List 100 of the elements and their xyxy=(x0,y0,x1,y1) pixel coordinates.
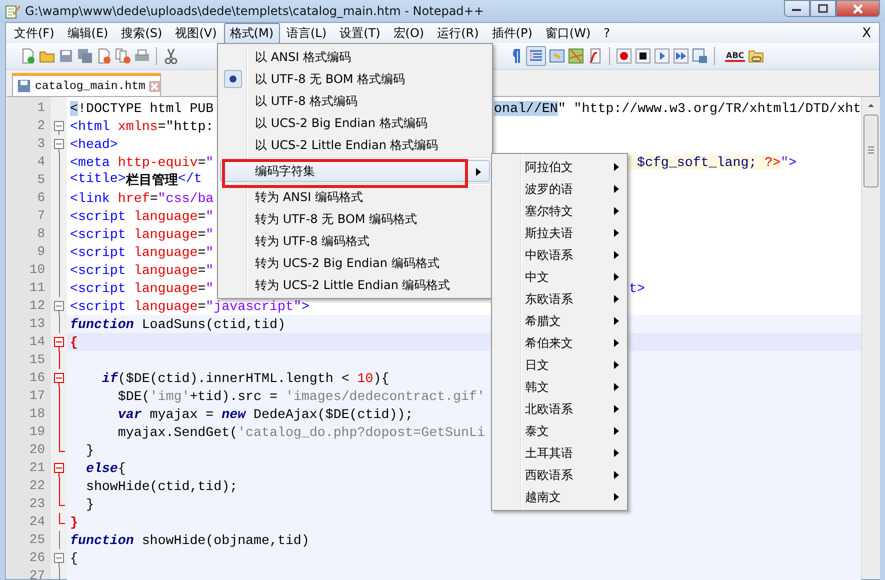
menu-item[interactable]: 插件(P) xyxy=(486,22,538,44)
code-text: { xyxy=(70,550,78,566)
menu-option[interactable]: 以 UTF-8 格式编码 xyxy=(220,90,490,112)
code-text: " xyxy=(206,226,214,242)
line-number: 12 xyxy=(28,297,46,315)
code-text: <script xyxy=(70,208,126,224)
code-text: } xyxy=(84,442,94,458)
code-text: > xyxy=(788,154,797,170)
code-text: = xyxy=(198,280,206,296)
menu-option[interactable]: 以 UCS-2 Little Endian 格式编码 xyxy=(220,134,490,156)
menu-option[interactable]: 韩文 xyxy=(492,376,627,398)
code-text: else xyxy=(84,460,118,476)
menu-item[interactable]: 设置(T) xyxy=(334,22,386,44)
menu-option[interactable]: 转为 UCS-2 Big Endian 编码格式 xyxy=(220,252,490,274)
code-text: myajax = xyxy=(148,406,215,422)
window-title: G:\wamp\www\dede\uploads\dede\templets\catalog_main.htm - Notepad++ xyxy=(25,4,484,18)
menu-option[interactable]: 西欧语系 xyxy=(492,464,627,486)
code-text: $DE( xyxy=(116,388,150,404)
menu-item[interactable]: 窗口(W) xyxy=(539,22,597,44)
code-text: <script xyxy=(70,226,126,242)
code-text: " xyxy=(780,154,789,170)
code-text: 'img' xyxy=(150,388,190,404)
line-number: 1 xyxy=(36,99,46,117)
menu-item[interactable]: 运行(R) xyxy=(431,22,485,44)
line-number: 11 xyxy=(28,279,46,297)
menu-option[interactable]: 斯拉夫语 xyxy=(492,222,627,244)
code-text: language xyxy=(132,298,198,314)
menu-option[interactable]: 东欧语系 xyxy=(492,288,627,310)
code-text: "css/ba xyxy=(158,190,214,206)
spellcheck-button[interactable]: ABC xyxy=(725,50,746,62)
code-text: <script xyxy=(70,298,126,314)
code-text: showHide(objname,tid) xyxy=(140,532,310,548)
code-text: http-equiv xyxy=(116,154,198,170)
menu-item[interactable]: 宏(O) xyxy=(387,22,430,44)
code-text: language xyxy=(132,244,198,260)
menu-option[interactable]: 转为 UCS-2 Little Endian 编码格式 xyxy=(220,274,490,296)
menu-option[interactable]: 日文 xyxy=(492,354,627,376)
line-number: 5 xyxy=(36,171,46,189)
line-number: 9 xyxy=(36,243,46,261)
menu-option[interactable]: 塞尔特文 xyxy=(492,200,627,222)
menu-item[interactable]: 文件(F) xyxy=(8,22,60,44)
code-text: " xyxy=(206,280,214,296)
code-text: = xyxy=(198,298,206,314)
code-text: 栏目管理 xyxy=(126,172,178,189)
code-text: " xyxy=(206,154,214,170)
menu-option[interactable]: 转为 UTF-8 编码格式 xyxy=(220,230,490,252)
menu-option[interactable]: 阿拉伯文 xyxy=(492,156,627,178)
code-text: " "http://www.w3.org/TR/xhtml1/DTD/xht xyxy=(558,100,862,116)
menu-item[interactable]: 视图(V) xyxy=(169,22,223,44)
code-text: " xyxy=(206,244,214,260)
code-text: <script xyxy=(70,244,126,260)
code-text: DedeAjax($DE(ctid)); xyxy=(252,406,414,422)
code-text: ){ xyxy=(373,370,390,386)
file-tab[interactable]: catalog_main.htm xyxy=(12,73,162,96)
code-text: language xyxy=(132,280,198,296)
menu-item[interactable]: 编辑(E) xyxy=(61,22,114,44)
menu-item[interactable]: 格式(M) xyxy=(224,22,280,44)
menu-option[interactable]: 中欧语系 xyxy=(492,244,627,266)
close-document-button[interactable]: X xyxy=(862,26,871,40)
menu-item[interactable]: ? xyxy=(598,24,616,42)
menu-item[interactable]: 搜索(S) xyxy=(115,22,168,44)
code-text: <link xyxy=(70,190,110,206)
menu-option[interactable]: 以 UCS-2 Big Endian 格式编码 xyxy=(220,112,490,134)
line-number: 13 xyxy=(28,315,46,333)
code-text: ?> xyxy=(764,154,781,170)
menu-option[interactable]: 北欧语系 xyxy=(492,398,627,420)
line-number: 2 xyxy=(36,117,46,135)
menu-option[interactable]: 以 UTF-8 无 BOM 格式编码 xyxy=(220,68,490,90)
code-text: { xyxy=(70,334,78,350)
menu-option[interactable]: 以 ANSI 格式编码 xyxy=(220,46,490,68)
code-text: = xyxy=(198,154,206,170)
line-number: 20 xyxy=(28,441,46,459)
menu-option[interactable]: 越南文 xyxy=(492,486,627,508)
code-text: xmlns xyxy=(116,118,158,134)
menu-option[interactable]: 转为 ANSI 编码格式 xyxy=(220,186,490,208)
code-text: <title> xyxy=(70,171,126,188)
code-text: t> xyxy=(629,280,645,296)
code-text: LoadSuns(ctid,tid) xyxy=(140,316,286,332)
menu-option[interactable]: 泰文 xyxy=(492,420,627,442)
line-number: 16 xyxy=(28,369,46,387)
code-text: < xyxy=(70,100,78,116)
menu-option[interactable]: 编码字符集 xyxy=(220,160,490,182)
code-text: if xyxy=(100,370,118,386)
code-text: href xyxy=(116,190,150,206)
line-number: 22 xyxy=(28,477,46,495)
menu-item[interactable]: 语言(L) xyxy=(280,22,333,44)
line-number: 18 xyxy=(28,405,46,423)
menu-option[interactable]: 转为 UTF-8 无 BOM 编码格式 xyxy=(220,208,490,230)
code-text: = xyxy=(198,226,206,242)
line-number: 19 xyxy=(28,423,46,441)
menu-option[interactable]: 中文 xyxy=(492,266,627,288)
code-text: } xyxy=(84,496,94,512)
line-number: 7 xyxy=(36,207,46,225)
menu-option[interactable]: 土耳其语 xyxy=(492,442,627,464)
code-text: !DOCTYPE html PUB xyxy=(78,100,214,116)
code-text: > xyxy=(301,298,310,314)
line-number: 27 xyxy=(28,567,46,580)
line-number: 15 xyxy=(28,351,46,369)
menu-option[interactable]: 波罗的语 xyxy=(492,178,627,200)
code-text: language xyxy=(132,262,198,278)
